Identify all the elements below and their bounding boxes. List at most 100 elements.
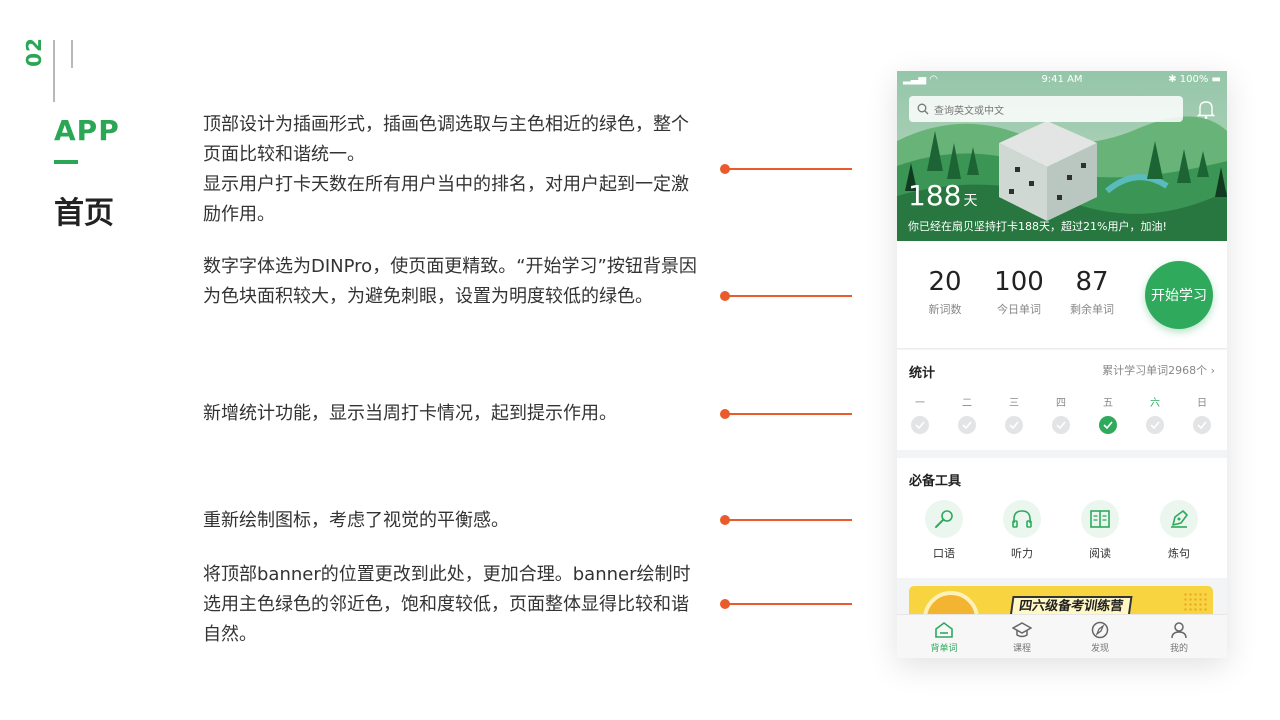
tools-card: 必备工具 口语 听力 阅读 炼句 — [897, 458, 1227, 578]
stat-today-words: 100 今日单词 — [979, 267, 1059, 317]
search-icon — [917, 103, 929, 115]
connector-line — [720, 599, 852, 609]
tab-label: 我的 — [1169, 644, 1188, 654]
weekday-label: 二 — [962, 398, 972, 409]
check-pending-icon — [1052, 416, 1070, 434]
battery-text: 100% — [1179, 74, 1209, 85]
weekday-label: 一 — [915, 398, 925, 409]
weekday-6: 六 — [1140, 394, 1170, 434]
tool-label: 口语 — [933, 547, 955, 560]
graduation-cap-icon — [1012, 622, 1032, 638]
weekday-5: 五 — [1093, 394, 1123, 434]
check-pending-icon — [911, 416, 929, 434]
dot-pattern — [1183, 592, 1207, 612]
tab-label: 课程 — [1012, 644, 1031, 654]
annotation-illustration: 顶部设计为插画形式，插画色调选取与主色相近的绿色，整个页面比较和谐统一。 显示用户… — [203, 110, 703, 230]
checkin-days: 188 天 — [908, 181, 977, 216]
tool-icon-circle — [925, 500, 963, 538]
compass-icon — [1091, 621, 1109, 639]
weekday-label: 四 — [1056, 398, 1066, 409]
bell-icon[interactable] — [1197, 99, 1215, 119]
phone-mockup: ▂▃▅ ◠ 9:41 AM ✱ 100% ▬ 查询英文或中文 188 天 你已经在… — [897, 71, 1227, 658]
stat-value: 87 — [1075, 267, 1109, 297]
stat-value: 20 — [928, 267, 962, 297]
status-bar: ▂▃▅ ◠ 9:41 AM ✱ 100% ▬ — [897, 71, 1227, 89]
tool-listening[interactable]: 听力 — [997, 500, 1047, 561]
weekday-2: 二 — [952, 394, 982, 434]
annotation-banner: 将顶部banner的位置更改到此处，更加合理。banner绘制时选用主色绿色的邻… — [203, 560, 703, 650]
tab-profile[interactable]: 我的 — [1149, 621, 1209, 654]
weekday-label: 六 — [1150, 398, 1160, 409]
stat-label: 剩余单词 — [1070, 303, 1114, 316]
check-pending-icon — [1146, 416, 1164, 434]
section-underline — [54, 160, 78, 164]
stat-label: 新词数 — [928, 303, 962, 316]
tab-courses[interactable]: 课程 — [992, 621, 1052, 654]
weekday-label: 五 — [1103, 398, 1113, 409]
tool-label: 阅读 — [1089, 547, 1111, 560]
tab-label: 背单词 — [930, 644, 958, 654]
annotation-font: 数字字体选为DINPro，使页面更精致。“开始学习”按钮背景因为色块面积较大，为… — [203, 252, 703, 312]
user-icon — [1171, 622, 1187, 639]
weekday-label: 日 — [1197, 398, 1207, 409]
weekly-stats-card: 统计 累计学习单词2968个 › 一 二 三 四 五 六 日 — [897, 350, 1227, 450]
annotation-text: 顶部设计为插画形式，插画色调选取与主色相近的绿色，整个页面比较和谐统一。 显示用户… — [203, 114, 689, 225]
stat-remaining-words: 87 剩余单词 — [1052, 267, 1132, 317]
connector-line — [720, 515, 852, 525]
tool-sentence[interactable]: 炼句 — [1154, 500, 1204, 561]
home-icon — [935, 622, 953, 638]
connector-line — [720, 291, 852, 301]
annotation-text: 数字字体选为DINPro，使页面更精致。“开始学习”按钮背景因为色块面积较大，为… — [203, 256, 697, 307]
weekday-7: 日 — [1187, 394, 1217, 434]
tool-label: 炼句 — [1168, 547, 1190, 560]
headphones-icon — [1012, 510, 1032, 528]
tool-icon-circle — [1003, 500, 1041, 538]
pen-icon — [1171, 510, 1188, 528]
start-learning-button[interactable]: 开始学习 — [1145, 261, 1213, 329]
slide-number: 02 — [22, 37, 46, 67]
tab-bar: 背单词 课程 发现 我的 — [897, 614, 1227, 658]
annotation-statistics: 新增统计功能，显示当周打卡情况，起到提示作用。 — [203, 399, 703, 429]
checkin-ranking-text: 你已经在扇贝坚持打卡188天，超过21%用户，加油! — [908, 220, 1167, 233]
total-words-text: 累计学习单词2968个 — [1102, 364, 1208, 377]
stat-new-words: 20 新词数 — [905, 267, 985, 317]
check-done-icon — [1099, 416, 1117, 434]
check-pending-icon — [1005, 416, 1023, 434]
tool-icon-circle — [1160, 500, 1198, 538]
search-input[interactable]: 查询英文或中文 — [909, 96, 1183, 122]
check-pending-icon — [958, 416, 976, 434]
days-unit: 天 — [963, 193, 978, 209]
weekday-1: 一 — [905, 394, 935, 434]
weekday-4: 四 — [1046, 394, 1076, 434]
tab-discover[interactable]: 发现 — [1070, 621, 1130, 654]
connector-line — [720, 164, 852, 174]
microphone-icon — [935, 510, 953, 528]
tab-label: 发现 — [1090, 644, 1109, 654]
stats-title: 统计 — [909, 366, 936, 381]
stat-label: 今日单词 — [997, 303, 1041, 316]
tool-reading[interactable]: 阅读 — [1075, 500, 1125, 561]
annotation-text: 将顶部banner的位置更改到此处，更加合理。banner绘制时选用主色绿色的邻… — [203, 564, 691, 645]
weekday-3: 三 — [999, 394, 1029, 434]
tool-label: 听力 — [1011, 547, 1033, 560]
days-number: 188 — [908, 179, 962, 212]
stat-value: 100 — [994, 267, 1044, 297]
annotation-text: 重新绘制图标，考虑了视觉的平衡感。 — [203, 510, 509, 531]
divider-line — [53, 40, 55, 102]
book-icon — [1090, 510, 1110, 528]
divider-line-short — [71, 40, 73, 68]
annotation-icons: 重新绘制图标，考虑了视觉的平衡感。 — [203, 506, 703, 536]
tab-vocabulary[interactable]: 背单词 — [914, 621, 974, 654]
weekday-label: 三 — [1009, 398, 1019, 409]
tool-speaking[interactable]: 口语 — [919, 500, 969, 561]
illustration-banner: ▂▃▅ ◠ 9:41 AM ✱ 100% ▬ 查询英文或中文 188 天 你已经在… — [897, 71, 1227, 241]
total-words-link[interactable]: 累计学习单词2968个 › — [1102, 362, 1215, 378]
search-placeholder: 查询英文或中文 — [934, 105, 1004, 117]
annotation-text: 新增统计功能，显示当周打卡情况，起到提示作用。 — [203, 403, 617, 424]
tool-icon-circle — [1081, 500, 1119, 538]
connector-line — [720, 409, 852, 419]
battery-level: ✱ 100% ▬ — [1168, 74, 1221, 85]
tools-title: 必备工具 — [909, 474, 962, 489]
check-pending-icon — [1193, 416, 1211, 434]
page-title: 首页 — [54, 196, 114, 231]
